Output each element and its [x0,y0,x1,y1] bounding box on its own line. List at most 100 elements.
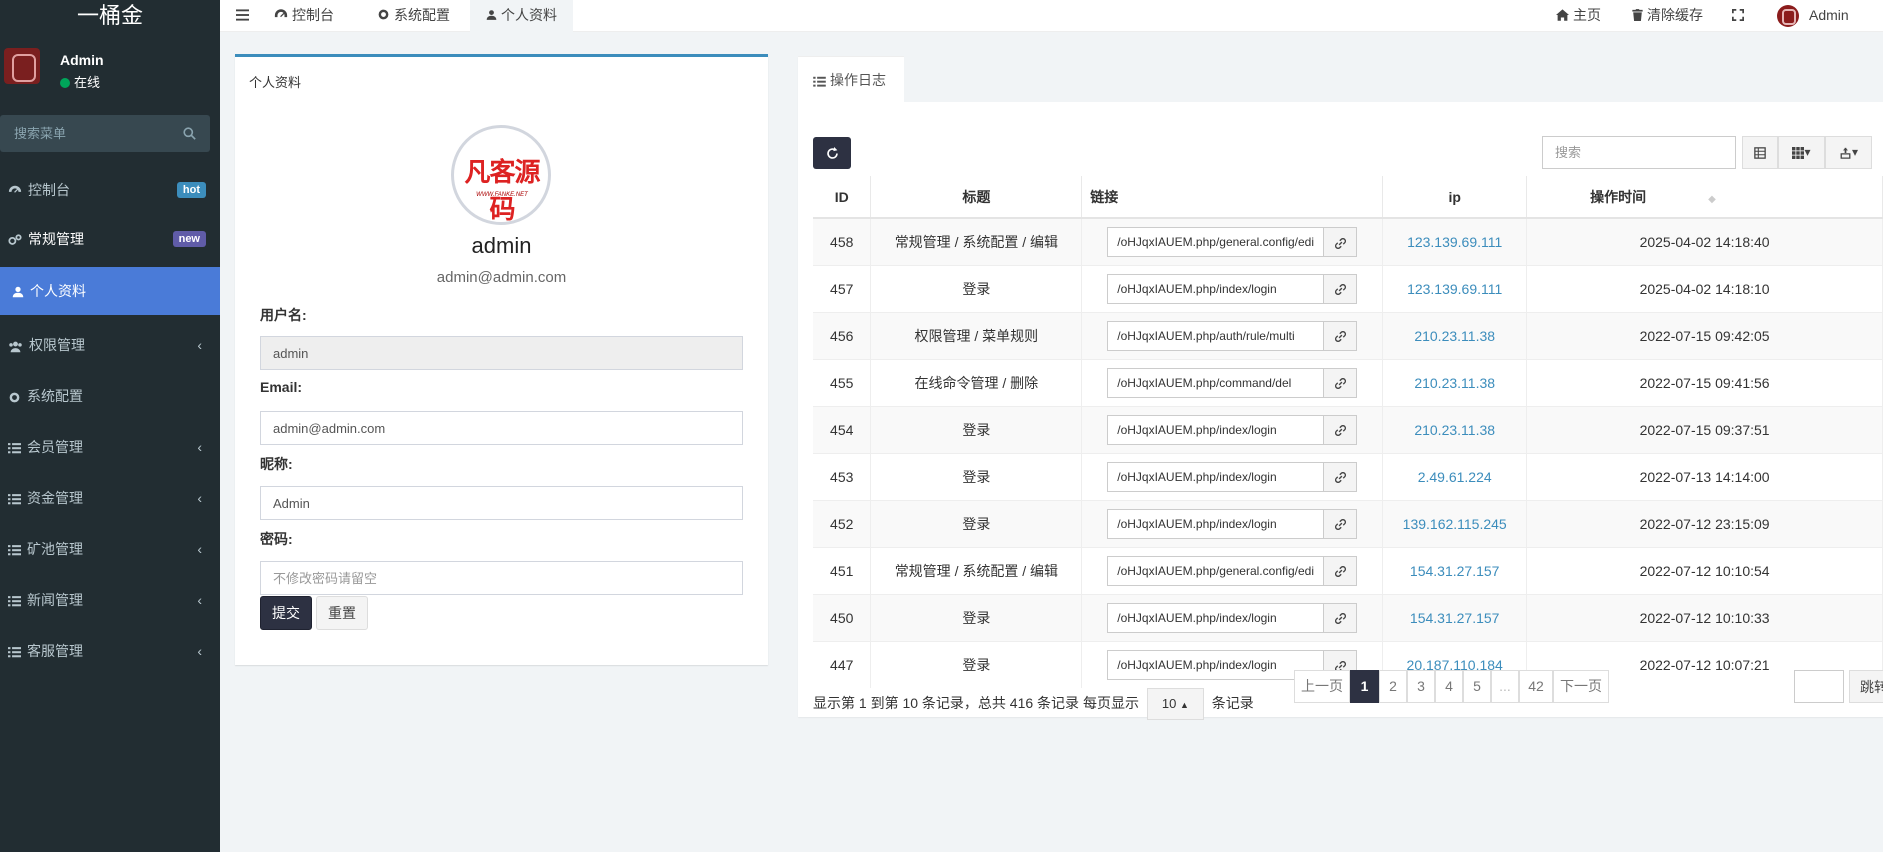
sidebar-item-label: 资金管理 [27,490,83,506]
pagination-prev[interactable]: 上一页 [1294,670,1350,703]
link-icon[interactable] [1324,602,1358,633]
user-menu[interactable]: Admin [1777,0,1849,32]
cell-url [1081,217,1384,265]
export-icon [1840,147,1851,159]
nickname-field[interactable] [260,486,743,520]
link-icon[interactable] [1324,555,1358,586]
url-field[interactable] [1107,555,1325,586]
password-field[interactable] [260,561,743,595]
email-field[interactable] [260,411,743,445]
tab-operation-log[interactable]: 操作日志 [798,56,904,102]
pagination-page-42[interactable]: 42 [1519,670,1553,703]
pagination-info: 显示第 1 到第 10 条记录，总共 416 条记录 每页显示 10 ▲ 条记录 [813,688,1254,720]
username-field[interactable] [260,336,743,370]
url-group [1107,602,1358,633]
table-row[interactable]: 452登录 139.162.115.2452022-07-12 23:15:09 [813,499,1883,547]
page-jump-button[interactable]: 跳转 [1849,670,1883,703]
fullscreen-button[interactable] [1732,0,1748,32]
url-field[interactable] [1107,461,1325,492]
cell-title: 登录 [870,264,1083,312]
cell-title: 常规管理 / 系统配置 / 编辑 [870,217,1083,265]
column-header-time[interactable]: 操作时间 ◆ [1526,176,1883,219]
url-field[interactable] [1107,649,1325,680]
cell-ip[interactable]: 123.139.69.111 [1382,264,1528,312]
sidebar-item-funds[interactable]: 资金管理 ‹ [0,474,220,522]
cell-ip[interactable]: 154.31.27.157 [1382,593,1528,641]
table-row[interactable]: 453登录 2.49.61.2242022-07-13 14:14:00 [813,452,1883,500]
pagination-next[interactable]: 下一页 [1553,670,1609,703]
sidebar-item-dashboard[interactable]: 控制台 hot [0,166,220,214]
column-header-id[interactable]: ID [813,176,872,219]
pagination-page-1[interactable]: 1 [1350,670,1379,703]
sidebar-item-auth[interactable]: 权限管理 ‹ [0,321,220,369]
column-header-url[interactable]: 链接 [1081,176,1384,219]
pagination-page-2[interactable]: 2 [1379,670,1407,703]
table-row[interactable]: 458常规管理 / 系统配置 / 编辑 123.139.69.1112025-04… [813,217,1883,265]
page-jump-input[interactable] [1794,670,1844,703]
tab-profile[interactable]: 个人资料 [470,0,573,32]
tab-dashboard[interactable]: 控制台 [260,0,348,32]
table-row[interactable]: 455在线命令管理 / 删除 210.23.11.382022-07-15 09:… [813,358,1883,406]
link-icon[interactable] [1324,273,1358,304]
url-field[interactable] [1107,414,1325,445]
table-row[interactable]: 451常规管理 / 系统配置 / 编辑 154.31.27.1572022-07-… [813,546,1883,594]
username-label: 用户名: [260,307,307,323]
sidebar-item-news[interactable]: 新闻管理 ‹ [0,576,220,624]
sidebar-item-profile[interactable]: 个人资料 [0,267,220,315]
link-icon[interactable] [1324,414,1358,445]
link-icon[interactable] [1324,461,1358,492]
cell-title: 登录 [870,640,1083,688]
reset-button[interactable]: 重置 [316,596,368,630]
cell-ip[interactable]: 139.162.115.245 [1382,499,1528,547]
column-header-ip[interactable]: ip [1382,176,1528,219]
table-row[interactable]: 456权限管理 / 菜单规则 210.23.11.382022-07-15 09:… [813,311,1883,359]
sidebar-item-pool[interactable]: 矿池管理 ‹ [0,525,220,573]
cell-url [1081,311,1384,359]
home-link[interactable]: 主页 [1556,0,1601,32]
url-field[interactable] [1107,273,1325,304]
sidebar-search [0,115,210,152]
cell-ip[interactable]: 2.49.61.224 [1382,452,1528,500]
url-field[interactable] [1107,602,1325,633]
sidebar-item-config[interactable]: 系统配置 [0,372,220,420]
url-field[interactable] [1107,226,1325,257]
cell-ip[interactable]: 210.23.11.38 [1382,358,1528,406]
toggle-view-button[interactable] [1742,136,1778,169]
cell-ip[interactable]: 210.23.11.38 [1382,405,1528,453]
sidebar-item-general[interactable]: 常规管理 new [0,215,220,263]
link-icon[interactable] [1324,508,1358,539]
sidebar-toggle[interactable] [236,0,256,32]
cell-ip[interactable]: 123.139.69.111 [1382,217,1528,265]
table-row[interactable]: 457登录 123.139.69.1112025-04-02 14:18:10 [813,264,1883,312]
table-row[interactable]: 450登录 154.31.27.1572022-07-12 10:10:33 [813,593,1883,641]
column-header-title[interactable]: 标题 [870,176,1083,219]
submit-button[interactable]: 提交 [260,596,312,630]
export-dropdown-button[interactable]: ▾ [1825,136,1872,169]
table-search-input[interactable] [1542,136,1736,169]
page-size-dropdown[interactable]: 10 ▲ [1146,688,1204,720]
cell-time: 2025-04-02 14:18:10 [1526,264,1883,312]
sidebar-search-input[interactable] [0,115,170,152]
link-icon[interactable] [1324,367,1358,398]
profile-avatar[interactable]: 凡客源码 WWW.FANKE.NET [451,125,551,225]
tab-config[interactable]: 系统配置 [363,0,464,32]
sidebar-item-member[interactable]: 会员管理 ‹ [0,423,220,471]
pagination-summary: 显示第 1 到第 10 条记录，总共 416 条记录 每页显示 [813,695,1139,711]
url-field[interactable] [1107,320,1325,351]
link-icon[interactable] [1324,226,1358,257]
refresh-button[interactable] [813,137,851,169]
table-row[interactable]: 454登录 210.23.11.382022-07-15 09:37:51 [813,405,1883,453]
pagination-page-3[interactable]: 3 [1407,670,1435,703]
clear-cache-button[interactable]: 清除缓存 [1632,0,1703,32]
search-icon[interactable] [183,127,196,140]
pagination-page-4[interactable]: 4 [1435,670,1463,703]
cell-ip[interactable]: 154.31.27.157 [1382,546,1528,594]
columns-dropdown-button[interactable]: ▾ [1778,136,1825,169]
cell-ip[interactable]: 210.23.11.38 [1382,311,1528,359]
sidebar-item-service[interactable]: 客服管理 ‹ [0,627,220,675]
link-icon[interactable] [1324,320,1358,351]
url-field[interactable] [1107,367,1325,398]
online-dot-icon [60,78,70,88]
pagination-page-5[interactable]: 5 [1463,670,1491,703]
url-field[interactable] [1107,508,1325,539]
